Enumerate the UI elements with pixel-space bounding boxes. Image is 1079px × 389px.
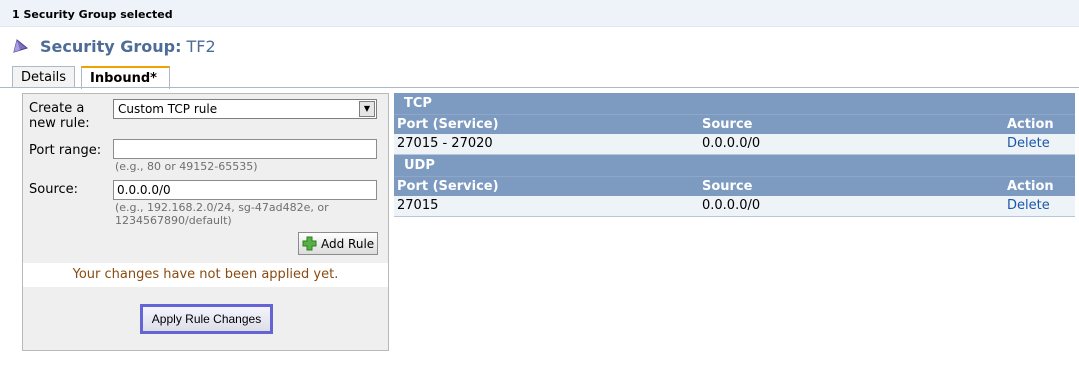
column-header-action: Action	[1007, 179, 1054, 194]
port-range-label: Port range:	[29, 143, 102, 158]
page-title: Security Group: TF2	[10, 34, 216, 58]
unapplied-changes-warning: Your changes have not been applied yet.	[23, 263, 388, 287]
tab-inbound[interactable]: Inbound*	[81, 66, 170, 89]
source-hint-line-2: 1234567890/default)	[115, 214, 232, 227]
security-group-icon	[13, 39, 29, 53]
port-range-input[interactable]	[113, 139, 377, 159]
page-title-label: Security Group:	[40, 36, 182, 56]
create-rule-label: Create a new rule:	[29, 101, 90, 131]
column-header-action: Action	[1007, 117, 1054, 132]
source-input[interactable]	[113, 180, 377, 200]
column-header-row: Port (Service) Source Action	[394, 176, 1075, 196]
plus-icon	[302, 236, 317, 251]
apply-rule-changes-button[interactable]: Apply Rule Changes	[140, 304, 273, 334]
add-rule-button[interactable]: Add Rule	[298, 232, 378, 255]
column-header-row: Port (Service) Source Action	[394, 114, 1075, 134]
new-rule-form: Create a new rule: Custom TCP rule ▼ Por…	[22, 93, 389, 351]
selection-count-text: 1 Security Group selected	[12, 8, 173, 21]
tab-details-label: Details	[21, 70, 67, 85]
column-header-port: Port (Service)	[397, 117, 499, 132]
chevron-down-icon[interactable]: ▼	[359, 101, 375, 117]
source-label: Source:	[29, 182, 79, 197]
tab-inbound-label: Inbound*	[90, 71, 157, 86]
delete-rule-link[interactable]: Delete	[1007, 198, 1075, 213]
rule-port-cell: 27015 - 27020	[397, 136, 493, 151]
rules-table: TCP Port (Service) Source Action 27015 -…	[394, 93, 1075, 217]
column-header-source: Source	[702, 117, 753, 132]
tabs-divider	[0, 87, 1079, 88]
tab-details[interactable]: Details	[12, 66, 75, 88]
group-header-tcp: TCP	[394, 93, 1075, 114]
delete-rule-link[interactable]: Delete	[1007, 136, 1075, 151]
column-header-port: Port (Service)	[397, 179, 499, 194]
rule-type-select[interactable]: Custom TCP rule ▼	[113, 99, 377, 119]
port-range-hint: (e.g., 80 or 49152-65535)	[115, 160, 258, 173]
rule-port-cell: 27015	[397, 198, 439, 213]
selection-status-bar: 1 Security Group selected	[0, 0, 1079, 27]
page-title-value: TF2	[186, 36, 216, 56]
table-row: 27015 0.0.0.0/0 Delete	[394, 196, 1075, 217]
column-header-source: Source	[702, 179, 753, 194]
table-row: 27015 - 27020 0.0.0.0/0 Delete	[394, 134, 1075, 155]
group-header-udp: UDP	[394, 155, 1075, 176]
rule-type-selected-value: Custom TCP rule	[118, 102, 218, 116]
rule-source-cell: 0.0.0.0/0	[702, 136, 761, 151]
rule-source-cell: 0.0.0.0/0	[702, 198, 761, 213]
add-rule-label: Add Rule	[321, 236, 375, 251]
source-hint-line-1: (e.g., 192.168.2.0/24, sg-47ad482e, or	[115, 201, 329, 214]
